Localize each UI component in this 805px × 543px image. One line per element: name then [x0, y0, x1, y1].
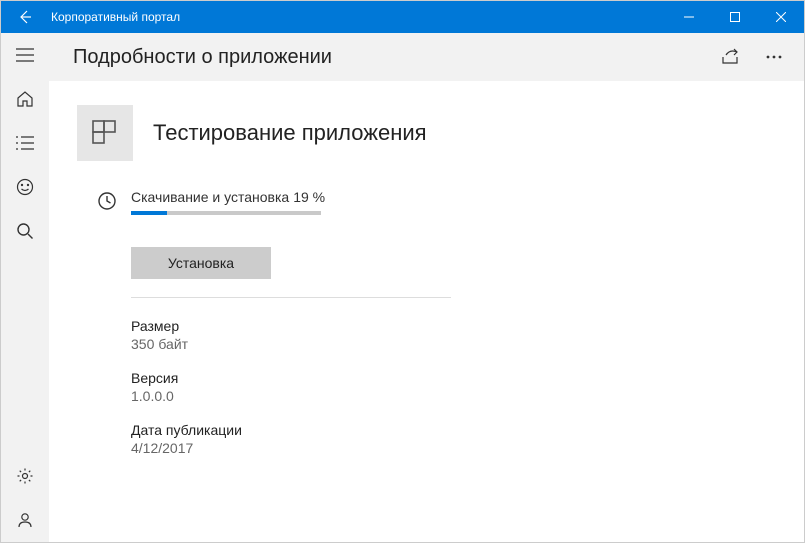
- content: Тестирование приложения Скачивание и уст…: [49, 81, 804, 542]
- install-button-label: Установка: [168, 255, 234, 271]
- clock-icon-wrap: [97, 191, 117, 211]
- minimize-icon: [684, 12, 694, 22]
- hamburger-icon: [16, 48, 34, 62]
- list-icon: [16, 136, 34, 150]
- search-icon: [16, 222, 34, 240]
- page-header: Подробности о приложении: [49, 33, 804, 81]
- clock-icon: [97, 191, 117, 211]
- app-tile-icon: [90, 118, 120, 148]
- minimize-button[interactable]: [666, 1, 712, 33]
- app-window: Корпоративный портал: [0, 0, 805, 543]
- meta-published: Дата публикации 4/12/2017: [131, 422, 451, 456]
- window-controls: [666, 1, 804, 33]
- app-icon-placeholder: [77, 105, 133, 161]
- share-icon: [720, 48, 740, 66]
- sidebar-item-search[interactable]: [1, 209, 49, 253]
- more-button[interactable]: [752, 33, 796, 81]
- gear-icon: [16, 467, 34, 485]
- body: Подробности о приложении Тестирование пр…: [1, 33, 804, 542]
- arrow-left-icon: [17, 9, 33, 25]
- maximize-icon: [730, 12, 740, 22]
- meta-size-label: Размер: [131, 318, 451, 334]
- person-icon: [16, 511, 34, 529]
- smile-icon: [16, 178, 34, 196]
- meta-published-value: 4/12/2017: [131, 440, 451, 456]
- sidebar-item-profile[interactable]: [1, 498, 49, 542]
- status-text: Скачивание и установка 19 %: [131, 189, 776, 205]
- titlebar: Корпоративный портал: [1, 1, 804, 33]
- page-title: Подробности о приложении: [73, 46, 708, 69]
- share-button[interactable]: [708, 33, 752, 81]
- status-percent: 19 %: [293, 189, 325, 205]
- maximize-button[interactable]: [712, 1, 758, 33]
- close-button[interactable]: [758, 1, 804, 33]
- sidebar: [1, 33, 49, 542]
- progress-fill: [131, 211, 167, 215]
- app-header-row: Тестирование приложения: [77, 105, 776, 161]
- meta-size: Размер 350 байт: [131, 318, 451, 352]
- sidebar-item-settings[interactable]: [1, 454, 49, 498]
- meta-published-label: Дата публикации: [131, 422, 451, 438]
- more-icon: [766, 55, 782, 59]
- meta-version-label: Версия: [131, 370, 451, 386]
- meta-size-unit: байт: [158, 336, 188, 352]
- close-icon: [776, 12, 786, 22]
- sidebar-item-list[interactable]: [1, 121, 49, 165]
- meta-version-value: 1.0.0.0: [131, 388, 451, 404]
- meta-size-num: 350: [131, 336, 154, 352]
- meta-size-value: 350 байт: [131, 336, 451, 352]
- details-section: Установка Размер 350 байт Версия 1.0.0.0: [131, 247, 451, 456]
- install-button[interactable]: Установка: [131, 247, 271, 279]
- hamburger-button[interactable]: [1, 33, 49, 77]
- status-block: Скачивание и установка 19 %: [131, 189, 776, 215]
- divider: [131, 297, 451, 298]
- app-name: Тестирование приложения: [153, 120, 427, 146]
- meta-version: Версия 1.0.0.0: [131, 370, 451, 404]
- progress-bar: [131, 211, 321, 215]
- main: Подробности о приложении Тестирование пр…: [49, 33, 804, 542]
- sidebar-item-feedback[interactable]: [1, 165, 49, 209]
- status-label: Скачивание и установка: [131, 189, 289, 205]
- home-icon: [16, 90, 34, 108]
- status-row: Скачивание и установка 19 %: [97, 189, 776, 215]
- sidebar-item-home[interactable]: [1, 77, 49, 121]
- back-button[interactable]: [1, 1, 49, 33]
- app-title: Корпоративный портал: [49, 10, 666, 24]
